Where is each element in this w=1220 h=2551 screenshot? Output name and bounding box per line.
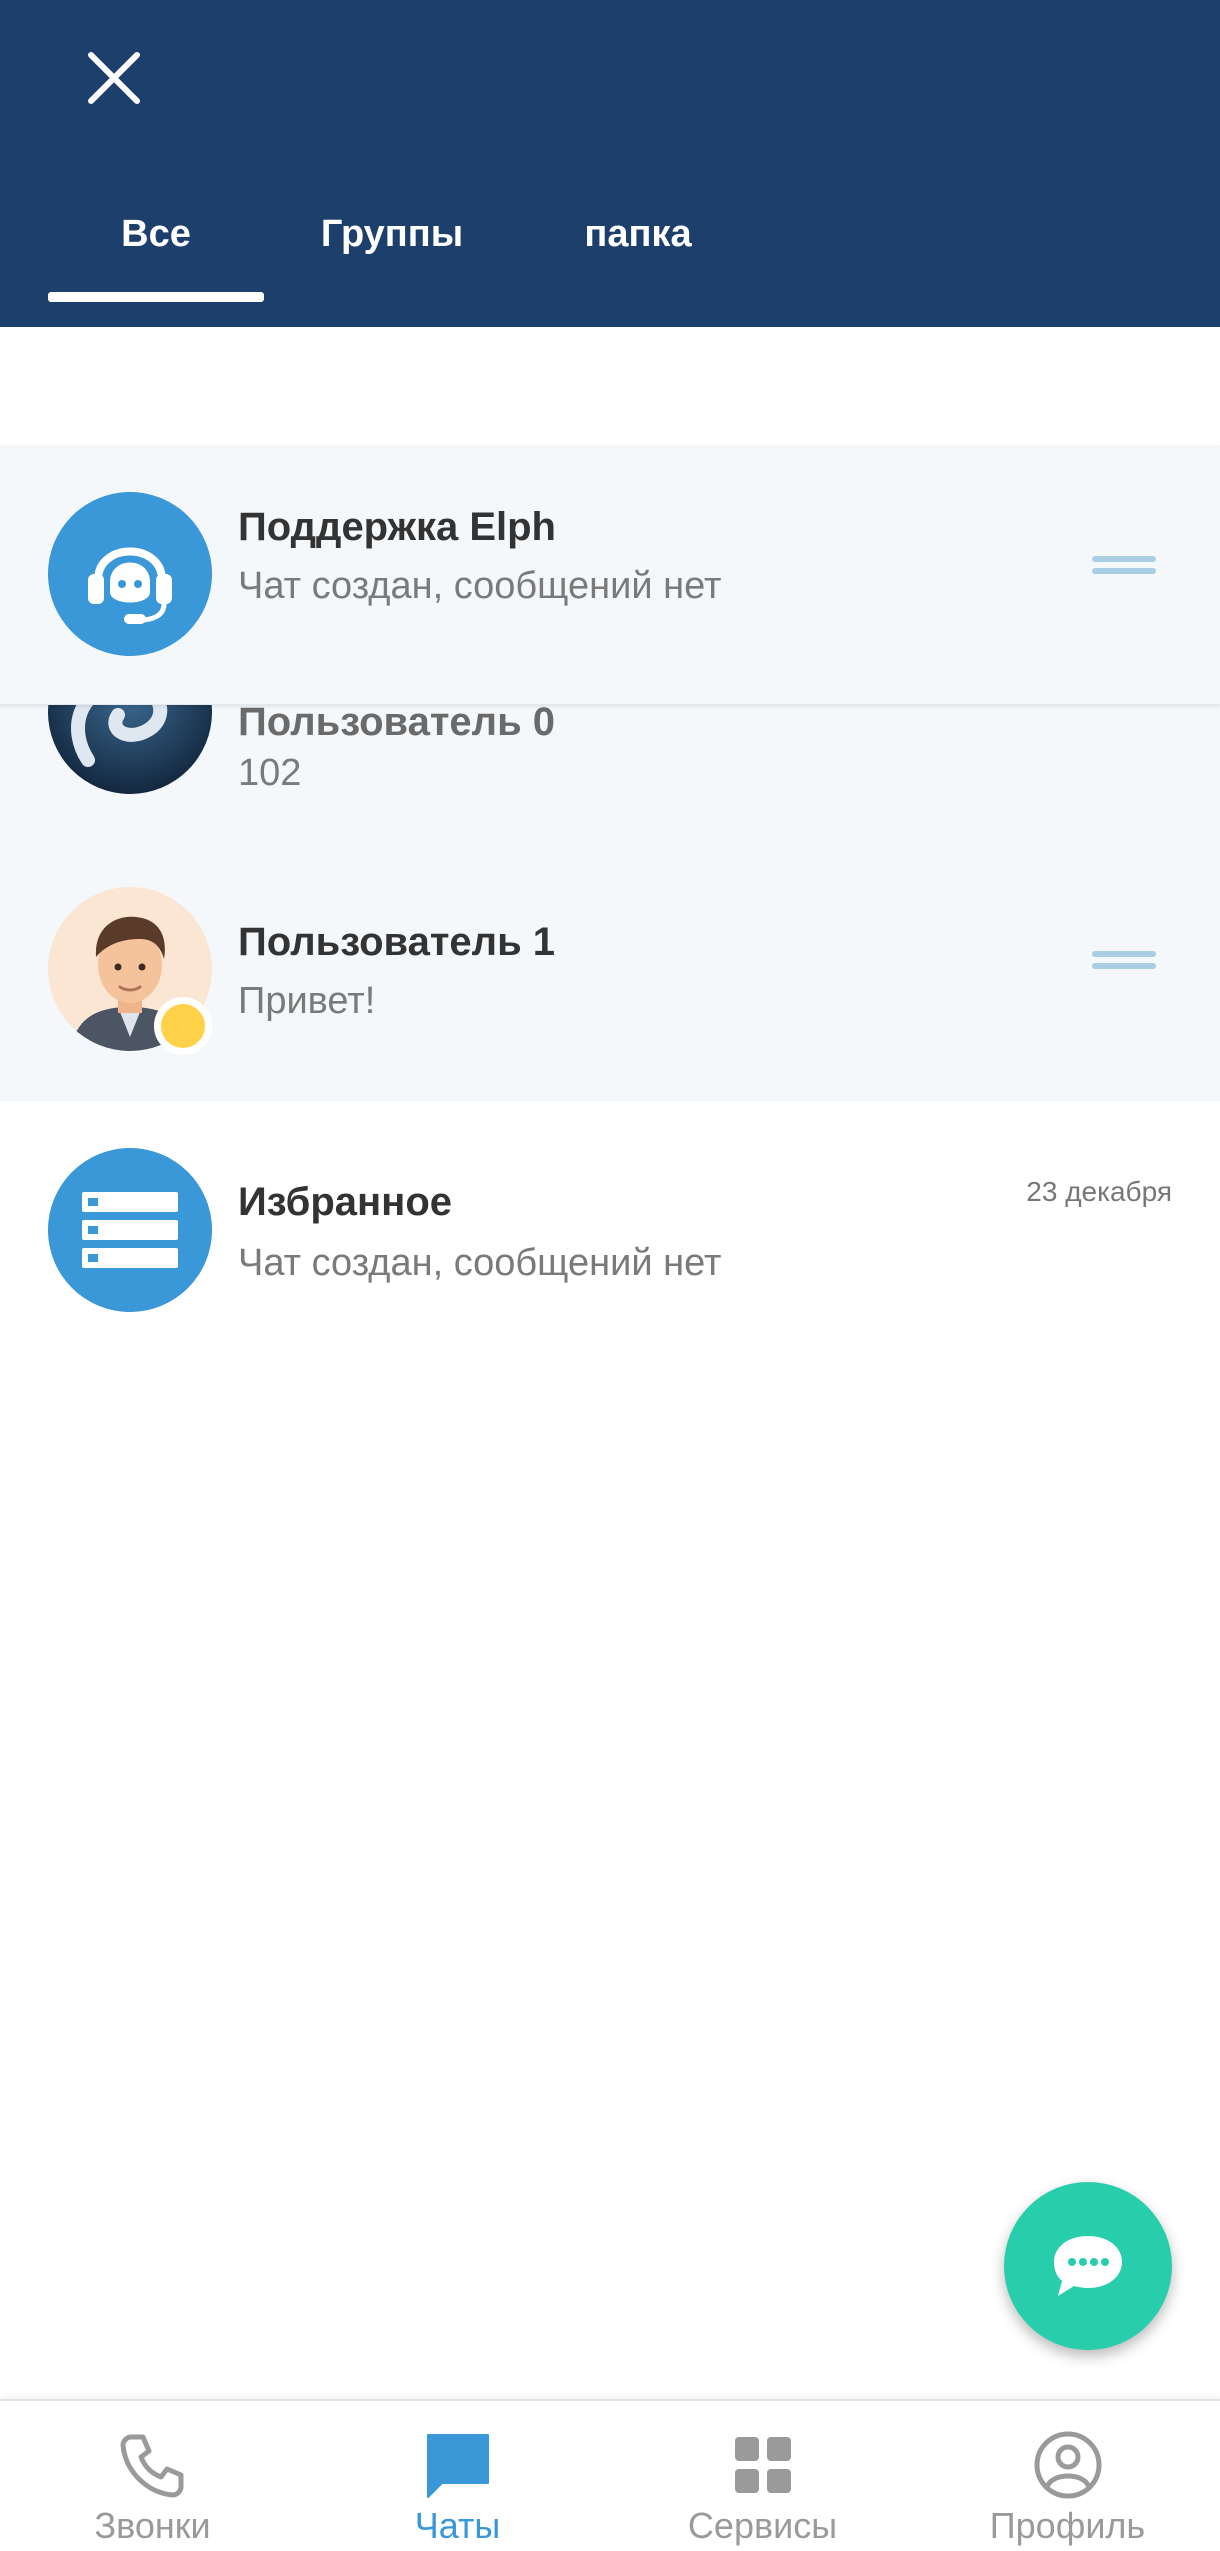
nav-label: Сервисы [687,2505,838,2546]
nav-label: Чаты [414,2505,501,2546]
phone-icon [113,2425,193,2505]
close-button[interactable] [74,38,154,118]
drag-handle[interactable] [1092,550,1156,580]
chat-item-support[interactable]: Поддержка Elph Чат создан, сообщений нет [0,445,1220,705]
drag-handle[interactable] [1092,945,1156,975]
nav-services[interactable]: Сервисы [610,2401,915,2551]
chat-preview: Привет! [238,980,376,1022]
grid-icon [723,2425,803,2505]
new-chat-button[interactable] [1004,2182,1172,2350]
top-app-bar: Все Группы папка [0,0,1220,327]
bottom-navigation: Звонки Чаты Сервисы Профиль [0,2399,1220,2551]
profile-icon [1028,2425,1108,2505]
chat-name: Избранное [238,1180,453,1224]
active-tab-indicator [48,292,264,302]
nav-label: Звонки [94,2505,211,2546]
chat-name: Поддержка Elph [238,505,556,549]
close-icon [88,52,140,104]
chat-preview: Чат создан, сообщений нет [238,565,722,607]
chat-item-user-1[interactable]: Пользователь 1 Привет! [0,870,1220,1100]
tab-folder[interactable]: папка [540,200,736,268]
nav-chats[interactable]: Чаты [305,2401,610,2551]
tab-all[interactable]: Все [48,200,264,268]
nav-label: Профиль [989,2505,1146,2546]
nav-profile[interactable]: Профиль [915,2401,1220,2551]
chat-bubble-icon [1054,2236,1122,2296]
chat-date: 23 декабря [1026,1176,1172,1207]
chat-preview: 102 [238,752,302,794]
nav-calls[interactable]: Звонки [0,2401,305,2551]
bookmark-list-icon [48,1148,212,1312]
chat-preview: Чат создан, сообщений нет [238,1242,722,1284]
chat-item-user-0[interactable]: Пользователь 0 102 [0,690,1220,850]
user-logo-avatar [48,690,212,794]
tab-groups[interactable]: Группы [290,200,494,268]
headset-support-icon [48,492,212,656]
chat-name: Пользователь 1 [238,920,556,964]
chat-icon [418,2425,498,2505]
chat-item-favorites[interactable]: Избранное Чат создан, сообщений нет 23 д… [0,1120,1220,1340]
status-away-indicator [154,997,212,1055]
chat-name: Пользователь 0 [238,700,556,744]
